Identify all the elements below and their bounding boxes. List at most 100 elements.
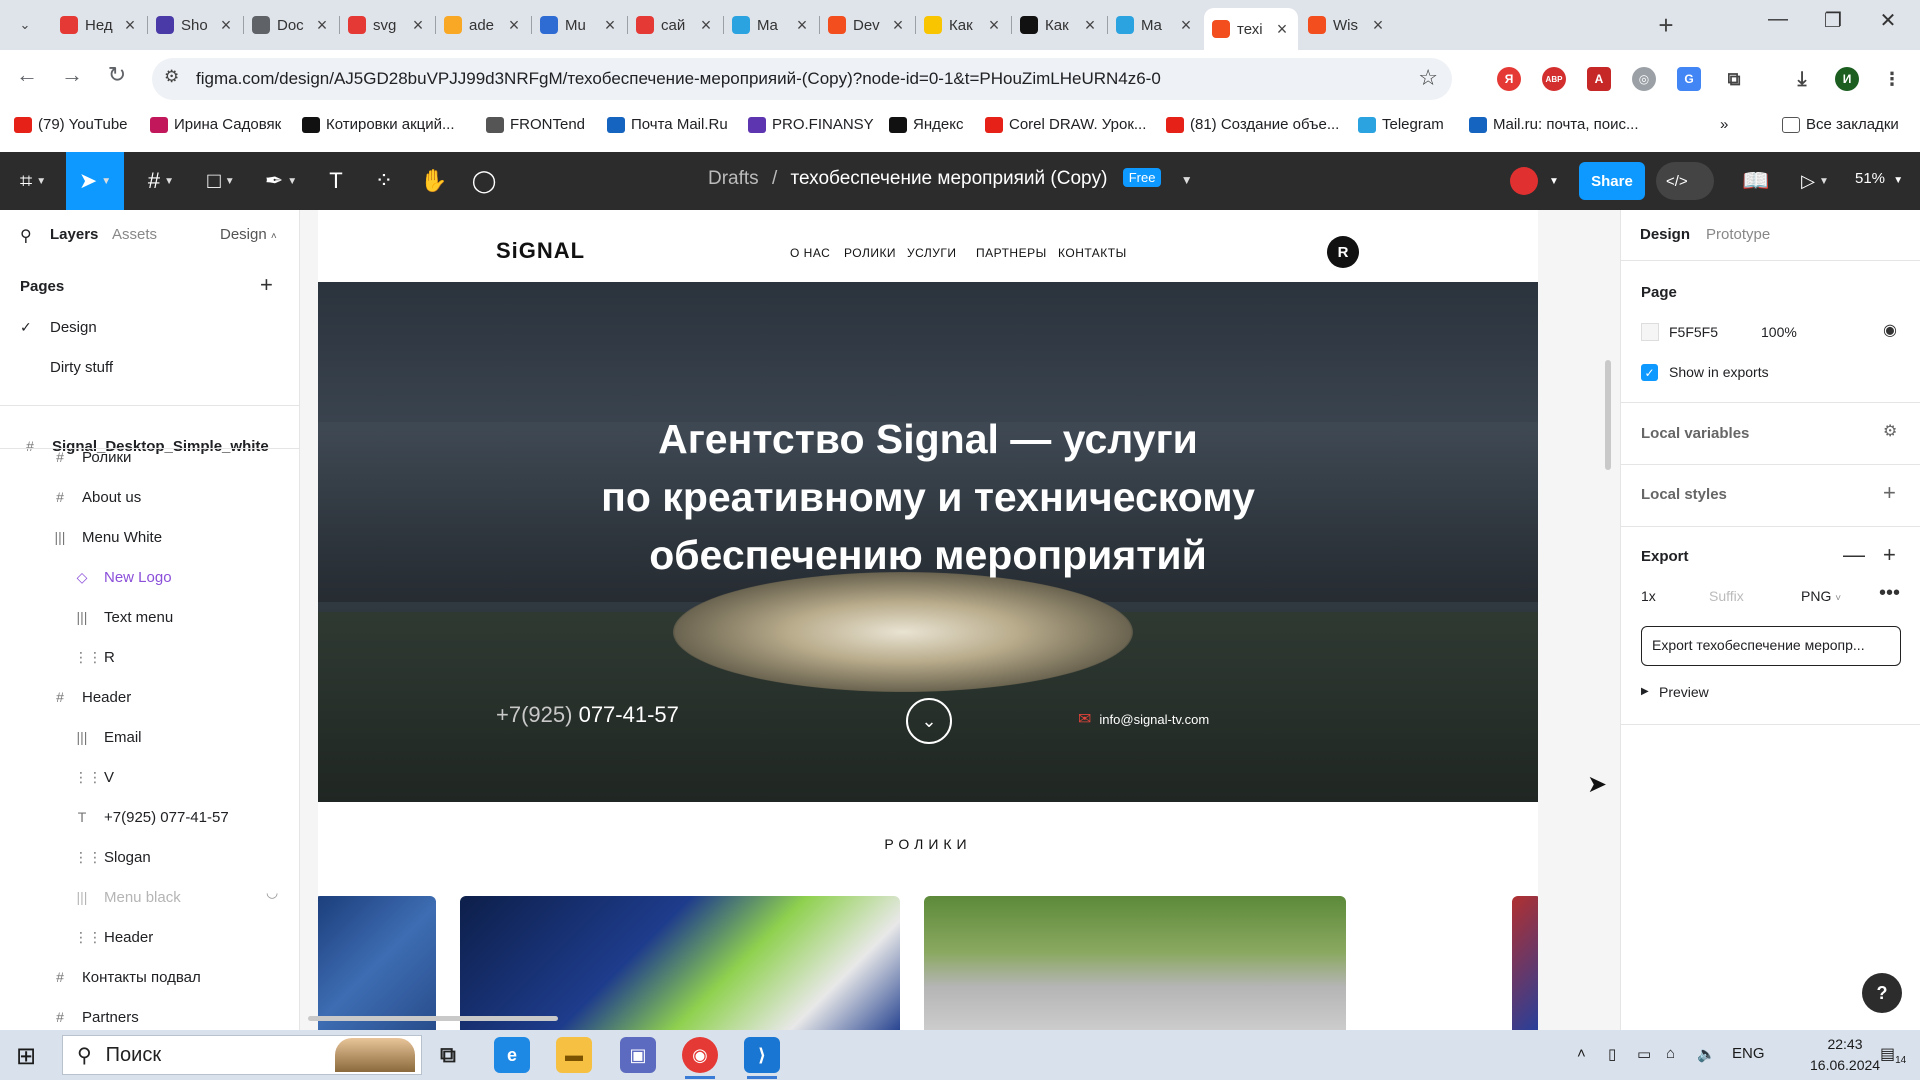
breadcrumb-drafts[interactable]: Drafts — [708, 168, 759, 189]
video-thumbnail-2[interactable] — [460, 896, 900, 1030]
browser-tab[interactable]: техі × — [1204, 8, 1298, 50]
comment-tool-icon[interactable]: ◯ — [464, 152, 504, 210]
tab-close-icon[interactable]: × — [218, 15, 234, 36]
hand-tool-icon[interactable]: ✋ — [414, 152, 454, 210]
tab-close-icon[interactable]: × — [1370, 15, 1386, 36]
bookmark-item[interactable]: Telegram — [1358, 116, 1444, 133]
hero-email[interactable]: ✉ info@signal-tv.com — [1078, 709, 1209, 729]
browser-tab[interactable]: ade × — [436, 8, 530, 42]
export-format-select[interactable]: PNG ˅ — [1801, 588, 1841, 604]
layer-row[interactable]: ⋮⋮ V — [0, 757, 299, 797]
layer-row[interactable]: ||| Email — [0, 717, 299, 757]
browser-tab[interactable]: Mu × — [532, 8, 626, 42]
input-language[interactable]: ENG — [1732, 1045, 1765, 1062]
avatar-chevron-icon[interactable]: ▼ — [1546, 152, 1562, 210]
file-explorer-icon[interactable]: ▬ — [556, 1037, 592, 1073]
profile-avatar[interactable]: И — [1835, 67, 1859, 91]
chrome-icon[interactable]: ◉ — [682, 1037, 718, 1073]
hero-slogan[interactable]: Агентство Signal — услуги по креативному… — [318, 410, 1538, 584]
taskbar-search[interactable]: ⚲ Поиск — [62, 1035, 422, 1075]
restore-icon[interactable]: ❐ — [1808, 8, 1858, 33]
bookmark-item[interactable]: Котировки акций... — [302, 116, 455, 133]
bookmark-item[interactable]: PRO.FINANSY — [748, 116, 874, 133]
zoom-level[interactable]: 51% ▼ — [1855, 170, 1903, 187]
globe-extension-icon[interactable]: ◎ — [1632, 67, 1656, 91]
preview-caret-icon[interactable]: ▶ — [1641, 686, 1649, 697]
reload-icon[interactable]: ↻ — [100, 62, 134, 88]
hero-section[interactable]: Агентство Signal — услуги по креативному… — [318, 282, 1538, 802]
battery-icon[interactable]: ▭ — [1637, 1045, 1651, 1063]
browser-tab[interactable]: Wis × — [1300, 8, 1394, 42]
bookmark-item[interactable]: Ирина Садовяк — [150, 116, 281, 133]
bookmark-item[interactable]: Яндекс — [889, 116, 963, 133]
bookmark-item[interactable]: Почта Mail.Ru — [607, 116, 728, 133]
file-breadcrumb[interactable]: Drafts / техобеспечение мероприяий (Copy… — [708, 168, 1193, 190]
browser-tab[interactable]: Ma × — [724, 8, 818, 42]
bookmark-item[interactable]: (79) YouTube — [14, 116, 128, 133]
page-item[interactable]: Dirty stuff — [0, 347, 299, 387]
site-nav-item[interactable]: УСЛУГИ — [907, 246, 957, 260]
more-bookmarks-icon[interactable]: » — [1720, 116, 1728, 133]
page-color-hex[interactable]: F5F5F5 — [1669, 324, 1718, 340]
remove-export-icon[interactable]: — — [1843, 542, 1865, 568]
layer-row[interactable]: # Header — [0, 677, 299, 717]
tray-device-icon[interactable]: ▯ — [1608, 1045, 1616, 1063]
video-thumbnail-3[interactable] — [924, 896, 1346, 1030]
notifications-icon[interactable]: ▤14 — [1880, 1044, 1906, 1066]
preview-toggle[interactable]: Preview — [1659, 684, 1709, 700]
tab-close-icon[interactable]: × — [1082, 15, 1098, 36]
forward-icon[interactable]: → — [55, 62, 89, 88]
taskbar-clock[interactable]: 22:43 16.06.2024 — [1810, 1034, 1880, 1076]
page-color-swatch[interactable] — [1641, 323, 1659, 341]
site-logo[interactable]: SiGNAL — [496, 238, 585, 264]
layer-row[interactable]: # Partners — [0, 997, 299, 1030]
browser-tab[interactable]: Doc × — [244, 8, 338, 42]
adblock-extension-icon[interactable]: ABP — [1542, 67, 1566, 91]
main-menu-icon[interactable]: ⌗ ▼ — [10, 152, 56, 210]
pdf-extension-icon[interactable]: A — [1587, 67, 1611, 91]
variables-settings-icon[interactable]: ⚙ — [1883, 421, 1897, 441]
site-nav-item[interactable]: О НАС — [790, 246, 830, 260]
search-layers-icon[interactable]: ⚲ — [20, 226, 32, 246]
mode-dropdown[interactable]: Design ˄ — [220, 226, 277, 243]
hidden-eye-icon[interactable]: ◡ — [266, 884, 278, 901]
site-header[interactable]: SiGNAL О НАС РОЛИКИ УСЛУГИ ПАРТНЕРЫ КОНТАКТЫ… — [318, 210, 1538, 282]
layer-row[interactable]: ⋮⋮ R — [0, 637, 299, 677]
browser-menu-icon[interactable]: ⋮ — [1880, 67, 1904, 91]
frame-tool-icon[interactable]: # ▼ — [136, 152, 186, 210]
tray-chevron-icon[interactable]: ˄ — [1577, 1045, 1586, 1062]
tab-prototype[interactable]: Prototype — [1706, 226, 1770, 243]
scroll-down-chevron-icon[interactable]: ⌄ — [906, 698, 952, 744]
tab-close-icon[interactable]: × — [698, 15, 714, 36]
bookmark-star-icon[interactable]: ☆ — [1418, 65, 1438, 91]
tab-close-icon[interactable]: × — [986, 15, 1002, 36]
move-tool-icon[interactable]: ➤ ▼ — [66, 152, 124, 210]
tab-close-icon[interactable]: × — [1178, 15, 1194, 36]
hero-phone[interactable]: +7(925) 077-41-57 — [496, 702, 679, 728]
tab-close-icon[interactable]: × — [122, 15, 138, 36]
url-text[interactable]: figma.com/design/AJ5GD28buVPJJ99d3NRFgM/… — [196, 69, 1161, 89]
local-styles-title[interactable]: Local styles — [1641, 486, 1727, 503]
page-opacity[interactable]: 100% — [1761, 324, 1797, 340]
tab-close-icon[interactable]: × — [314, 15, 330, 36]
horizontal-scrollbar[interactable] — [308, 1016, 558, 1021]
layer-row[interactable]: ||| Text menu — [0, 597, 299, 637]
export-suffix-input[interactable]: Suffix — [1709, 588, 1744, 604]
yandex-extension-icon[interactable]: Я — [1497, 67, 1521, 91]
tab-close-icon[interactable]: × — [1274, 19, 1290, 40]
present-icon[interactable]: ▷ ▼ — [1790, 152, 1840, 210]
extensions-puzzle-icon[interactable]: ⧉ — [1722, 67, 1746, 91]
layer-row[interactable]: ◇ New Logo — [0, 557, 299, 597]
windows-start-icon[interactable]: ⊞ — [16, 1042, 36, 1071]
shape-tool-icon[interactable]: □ ▼ — [196, 152, 246, 210]
help-button[interactable]: ? — [1862, 973, 1902, 1013]
tab-design[interactable]: Design — [1640, 226, 1690, 243]
page-item[interactable]: ✓ Design — [0, 307, 299, 347]
site-nav-item[interactable]: ПАРТНЕРЫ — [976, 246, 1047, 260]
video-thumbnail-1[interactable] — [318, 896, 436, 1030]
file-menu-chevron-icon[interactable]: ▼ — [1181, 173, 1193, 187]
add-page-icon[interactable]: + — [260, 272, 273, 298]
layer-row[interactable]: ⋮⋮ Header — [0, 917, 299, 957]
volume-icon[interactable]: 🔈 — [1697, 1045, 1716, 1063]
bookmark-item[interactable]: Mail.ru: почта, поис... — [1469, 116, 1639, 133]
